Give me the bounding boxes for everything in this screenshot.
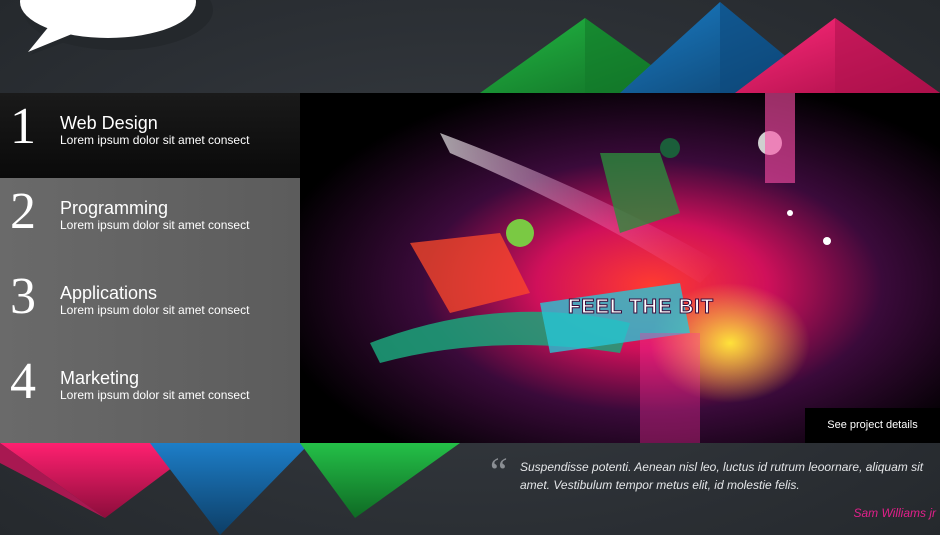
menu-item-description: Lorem ipsum dolor sit amet consect (60, 303, 250, 317)
menu-item-title: Programming (60, 198, 169, 218)
menu-item-number: 2 (10, 183, 36, 240)
menu-item-number: 1 (10, 98, 36, 155)
see-project-details-button[interactable]: See project details (805, 408, 940, 443)
menu-item-web-design[interactable]: 1 Web Design Lorem ipsum dolor sit amet … (0, 93, 318, 178)
menu-item-marketing[interactable]: 4 Marketing Lorem ipsum dolor sit amet c… (0, 348, 300, 433)
menu-item-applications[interactable]: 3 Applications Lorem ipsum dolor sit ame… (0, 263, 300, 348)
services-menu: 1 Web Design Lorem ipsum dolor sit amet … (0, 93, 318, 443)
menu-item-number: 4 (10, 353, 36, 410)
menu-item-title: Applications (60, 283, 158, 303)
hero-slide: FEEL THE BIT See project details (300, 93, 940, 443)
menu-item-programming[interactable]: 2 Programming Lorem ipsum dolor sit amet… (0, 178, 300, 263)
bottom-triangles-decoration (0, 443, 460, 535)
testimonial-text: Suspendisse potenti. Aenean nisl leo, lu… (520, 460, 924, 492)
menu-item-description: Lorem ipsum dolor sit amet consect (60, 218, 250, 232)
quote-icon: “ (486, 449, 509, 494)
menu-item-description: Lorem ipsum dolor sit amet consect (60, 388, 250, 402)
menu-item-title: Marketing (60, 368, 140, 388)
hero-artwork-title: FEEL THE BIT (568, 296, 714, 318)
testimonial-author: Sam Williams jr (853, 506, 936, 520)
menu-item-description: Lorem ipsum dolor sit amet consect (60, 133, 250, 147)
menu-item-number: 3 (10, 268, 36, 325)
hero-artwork: FEEL THE BIT (300, 93, 940, 443)
menu-item-title: Web Design (60, 113, 158, 133)
top-triangles-decoration (480, 2, 940, 93)
